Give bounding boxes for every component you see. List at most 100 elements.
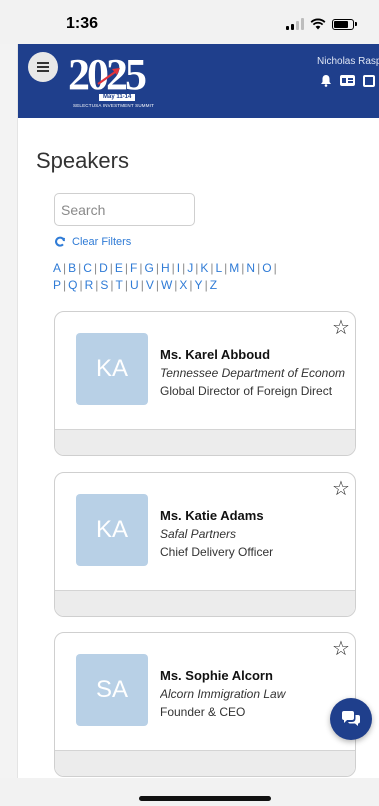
logo-dates: May 11-14 xyxy=(99,94,136,101)
avatar: SA xyxy=(76,654,148,726)
speaker-title: Founder & CEO xyxy=(160,705,246,719)
alpha-filter-q[interactable]: Q xyxy=(68,278,77,292)
alpha-filter-m[interactable]: M xyxy=(229,261,239,275)
alpha-filter-d[interactable]: D xyxy=(99,261,108,275)
star-icon[interactable]: ☆ xyxy=(332,316,350,340)
speaker-title: Chief Delivery Officer xyxy=(160,545,274,559)
alpha-separator: | xyxy=(110,278,114,292)
alpha-filter-l[interactable]: L xyxy=(215,261,222,275)
logo-arrow-icon xyxy=(97,68,120,85)
alpha-separator: | xyxy=(155,278,159,292)
alpha-separator: | xyxy=(257,261,261,275)
clear-filters-label: Clear Filters xyxy=(72,236,132,248)
alpha-filter-e[interactable]: E xyxy=(115,261,123,275)
cellular-signal-icon xyxy=(286,18,304,30)
speaker-organization: Alcorn Immigration Law xyxy=(160,687,286,701)
card-footer xyxy=(55,590,355,616)
speaker-card[interactable]: SA ☆ Ms. Sophie Alcorn Alcorn Immigratio… xyxy=(54,632,356,777)
speaker-title: Global Director of Foreign Direct xyxy=(160,384,333,398)
star-icon[interactable]: ☆ xyxy=(332,477,350,501)
alpha-filter-y[interactable]: Y xyxy=(195,278,203,292)
card-footer xyxy=(55,750,355,776)
event-logo[interactable]: 2025 May 11-14 SELECTUSA INVESTMENT SUMM… xyxy=(68,52,188,112)
user-name[interactable]: Nicholas Rasp xyxy=(317,56,379,67)
alpha-separator: | xyxy=(109,261,113,275)
speaker-name[interactable]: Ms. Sophie Alcorn xyxy=(160,668,273,683)
alpha-filter-f[interactable]: F xyxy=(130,261,137,275)
card-footer xyxy=(55,429,355,455)
avatar: KA xyxy=(76,494,148,566)
alpha-separator: | xyxy=(63,278,67,292)
alpha-separator: | xyxy=(124,278,129,292)
alpha-filter-h[interactable]: H xyxy=(161,261,170,275)
alpha-separator: | xyxy=(63,261,67,275)
speaker-card[interactable]: KA ☆ Ms. Katie Adams Safal Partners Chie… xyxy=(54,472,356,617)
alpha-separator: | xyxy=(273,261,277,275)
avatar: KA xyxy=(76,333,148,405)
battery-icon xyxy=(332,18,357,30)
bottom-bar xyxy=(0,778,379,806)
alpha-filter-v[interactable]: V xyxy=(146,278,154,292)
speaker-name[interactable]: Ms. Karel Abboud xyxy=(160,347,270,362)
alpha-filter-w[interactable]: W xyxy=(161,278,172,292)
alpha-separator: | xyxy=(171,261,175,275)
alpha-filter-p[interactable]: P xyxy=(53,278,61,292)
alpha-separator: | xyxy=(140,278,144,292)
alpha-filter-b[interactable]: B xyxy=(68,261,76,275)
id-card-icon[interactable] xyxy=(340,75,355,86)
alpha-separator: | xyxy=(79,278,83,292)
menu-button[interactable] xyxy=(28,52,58,82)
chat-bubbles-icon xyxy=(342,711,360,726)
speaker-organization: Safal Partners xyxy=(160,527,237,541)
alpha-filter-c[interactable]: C xyxy=(83,261,92,275)
hamburger-icon xyxy=(37,60,49,74)
alpha-filter-o[interactable]: O xyxy=(262,261,271,275)
alpha-separator: | xyxy=(93,261,98,275)
alpha-filter-u[interactable]: U xyxy=(130,278,139,292)
status-bar: 1:36 xyxy=(0,0,379,44)
home-indicator[interactable] xyxy=(139,796,271,801)
star-icon[interactable]: ☆ xyxy=(332,637,350,661)
wifi-icon xyxy=(310,18,326,30)
left-gutter xyxy=(0,44,18,806)
alpha-separator: | xyxy=(139,261,143,275)
speaker-card[interactable]: KA ☆ Ms. Karel Abboud Tennessee Departme… xyxy=(54,311,356,456)
speaker-name[interactable]: Ms. Katie Adams xyxy=(160,508,264,523)
alpha-filter-g[interactable]: G xyxy=(144,261,153,275)
alphabet-filter-row-2: P | Q | R | S | T | U | V | W | X | Y | Z xyxy=(53,278,363,292)
refresh-icon xyxy=(55,236,65,247)
clear-filters-link[interactable]: Clear Filters xyxy=(54,236,131,248)
alpha-separator: | xyxy=(224,261,228,275)
search-input[interactable] xyxy=(54,193,195,226)
status-icons xyxy=(286,17,357,31)
status-time: 1:36 xyxy=(66,15,99,32)
logo-subtitle: SELECTUSA INVESTMENT SUMMIT xyxy=(73,103,155,108)
bell-icon[interactable] xyxy=(320,74,332,87)
alpha-separator: | xyxy=(78,261,82,275)
alpha-separator: | xyxy=(189,278,193,292)
alpha-separator: | xyxy=(182,261,186,275)
alpha-separator: | xyxy=(155,261,159,275)
app-header: 2025 May 11-14 SELECTUSA INVESTMENT SUMM… xyxy=(18,44,379,118)
alpha-separator: | xyxy=(195,261,199,275)
alpha-filter-r[interactable]: R xyxy=(85,278,94,292)
alpha-filter-n[interactable]: N xyxy=(246,261,255,275)
page-title: Speakers xyxy=(36,148,129,173)
alpha-filter-j[interactable]: J xyxy=(187,261,193,275)
chat-button[interactable] xyxy=(330,698,372,740)
alpha-filter-z[interactable]: Z xyxy=(210,278,217,292)
copy-icon[interactable] xyxy=(363,74,375,87)
alpha-separator: | xyxy=(174,278,178,292)
speaker-organization: Tennessee Department of Econom xyxy=(160,366,345,380)
alpha-separator: | xyxy=(210,261,214,275)
alpha-separator: | xyxy=(95,278,99,292)
alpha-filter-x[interactable]: X xyxy=(179,278,187,292)
alpha-separator: | xyxy=(204,278,208,292)
alpha-filter-k[interactable]: K xyxy=(200,261,208,275)
alpha-filter-i[interactable]: I xyxy=(177,261,180,275)
alpha-filter-t[interactable]: T xyxy=(116,278,123,292)
alpha-filter-s[interactable]: S xyxy=(100,278,108,292)
alpha-separator: | xyxy=(124,261,129,275)
alpha-separator: | xyxy=(241,261,245,275)
alpha-filter-a[interactable]: A xyxy=(53,261,61,275)
